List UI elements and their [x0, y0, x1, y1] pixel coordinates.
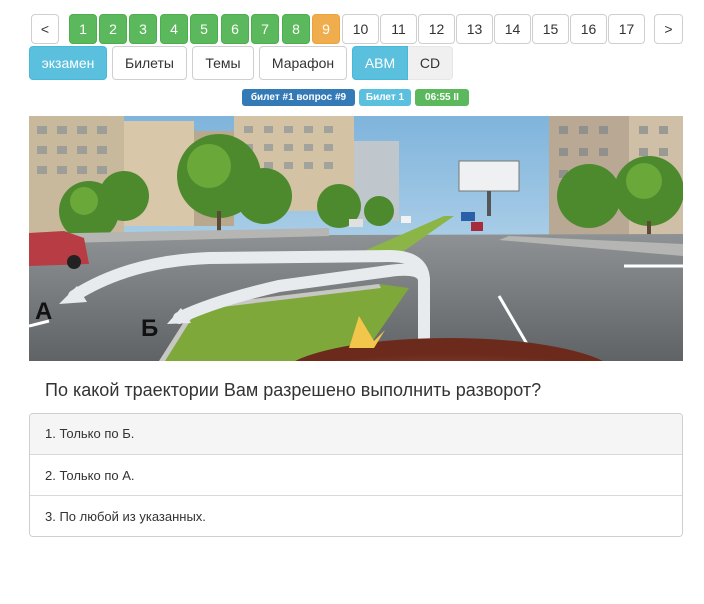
page-16-button[interactable]: 16: [570, 14, 607, 44]
page-8-button[interactable]: 8: [282, 14, 310, 44]
ticket-badge: Билет 1: [359, 89, 411, 106]
prev-page-button[interactable]: <: [31, 14, 59, 44]
answer-option-2[interactable]: 2. Только по А.: [30, 454, 682, 495]
page-13-button[interactable]: 13: [456, 14, 493, 44]
road-scene-illustration: А Б: [29, 116, 683, 361]
page-12-button[interactable]: 12: [418, 14, 455, 44]
page-3-button[interactable]: 3: [129, 14, 157, 44]
page-17-button[interactable]: 17: [608, 14, 645, 44]
page-6-button[interactable]: 6: [221, 14, 249, 44]
answer-option-1[interactable]: 1. Только по Б.: [30, 414, 682, 454]
page-15-button[interactable]: 15: [532, 14, 569, 44]
marathon-mode-button[interactable]: Марафон: [259, 46, 347, 80]
ticket-question-badge: билет #1 вопрос #9: [242, 89, 355, 106]
category-cd-button[interactable]: CD: [408, 46, 453, 80]
topics-mode-button[interactable]: Темы: [192, 46, 254, 80]
category-abm-button[interactable]: ABM: [352, 46, 408, 80]
timer-badge[interactable]: 06:55 II: [415, 89, 469, 106]
page-2-button[interactable]: 2: [99, 14, 127, 44]
answer-option-3[interactable]: 3. По любой из указанных.: [30, 495, 682, 536]
question-image: А Б: [29, 116, 683, 361]
page-11-button[interactable]: 11: [380, 14, 417, 44]
question-pagination: < 1 2 3 4 5 6 7 8 9 10 11 12 13 14 15 16…: [31, 14, 683, 44]
question-text: По какой траектории Вам разрешено выполн…: [45, 380, 542, 400]
trajectory-label-a: А: [35, 298, 52, 325]
page-10-button[interactable]: 10: [342, 14, 379, 44]
trajectory-label-b: Б: [141, 315, 158, 342]
status-badges: билет #1 вопрос #9 Билет 1 06:55 II: [0, 89, 704, 106]
tickets-mode-button[interactable]: Билеты: [112, 46, 187, 80]
page-1-button[interactable]: 1: [69, 14, 97, 44]
exam-mode-button[interactable]: экзамен: [29, 46, 107, 80]
page-7-button[interactable]: 7: [251, 14, 279, 44]
page-4-button[interactable]: 4: [160, 14, 188, 44]
page-14-button[interactable]: 14: [494, 14, 531, 44]
page-9-button[interactable]: 9: [312, 14, 340, 44]
answer-list: 1. Только по Б. 2. Только по А. 3. По лю…: [29, 413, 683, 537]
next-page-button[interactable]: >: [654, 14, 683, 44]
page-5-button[interactable]: 5: [190, 14, 218, 44]
